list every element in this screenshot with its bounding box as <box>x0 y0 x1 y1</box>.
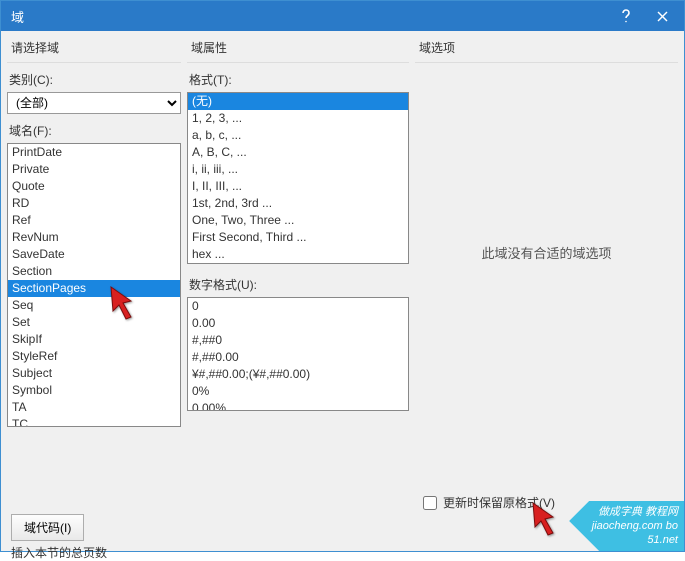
dialog-window: 域 请选择域 类别(C): (全部) 域名(F): PrintDatePriva… <box>0 0 685 552</box>
format-listbox[interactable]: (无)1, 2, 3, ...a, b, c, ...A, B, C, ...i… <box>187 92 409 264</box>
category-select[interactable]: (全部) <box>7 92 181 114</box>
format-label: 格式(T): <box>187 69 409 92</box>
category-label: 类别(C): <box>7 69 181 92</box>
list-item[interactable]: PrintDate <box>8 144 180 161</box>
options-column: 域选项 此域没有合适的域选项 更新时保留原格式(V) <box>415 37 678 515</box>
group-header-props: 域属性 <box>187 37 409 63</box>
preserve-format-checkbox[interactable] <box>423 496 437 510</box>
preserve-format-row: 更新时保留原格式(V) <box>423 494 555 511</box>
list-item[interactable]: A, B, C, ... <box>188 144 408 161</box>
list-item[interactable]: SkipIf <box>8 331 180 348</box>
list-item[interactable]: SectionPages <box>8 280 180 297</box>
list-item[interactable]: Ref <box>8 212 180 229</box>
list-item[interactable]: 0.00% <box>188 400 408 411</box>
properties-column: 域属性 格式(T): (无)1, 2, 3, ...a, b, c, ...A,… <box>187 37 409 515</box>
dialog-body: 请选择域 类别(C): (全部) 域名(F): PrintDatePrivate… <box>1 31 684 515</box>
window-title: 域 <box>11 7 608 26</box>
list-item[interactable]: Quote <box>8 178 180 195</box>
list-item[interactable]: 0% <box>188 383 408 400</box>
list-item[interactable]: Section <box>8 263 180 280</box>
list-item[interactable]: 美元文字 ... <box>188 263 408 264</box>
num-format-listbox[interactable]: 00.00#,##0#,##0.00¥#,##0.00;(¥#,##0.00)0… <box>187 297 409 411</box>
watermark: 做成字典 教程网 jiaocheng.com bo 51.net <box>564 501 684 551</box>
list-item[interactable]: i, ii, iii, ... <box>188 161 408 178</box>
list-item[interactable]: Symbol <box>8 382 180 399</box>
list-item[interactable]: Seq <box>8 297 180 314</box>
list-item[interactable]: SaveDate <box>8 246 180 263</box>
list-item[interactable]: TA <box>8 399 180 416</box>
list-item[interactable]: First Second, Third ... <box>188 229 408 246</box>
list-item[interactable]: Private <box>8 161 180 178</box>
group-header-select: 请选择域 <box>7 37 181 63</box>
select-field-column: 请选择域 类别(C): (全部) 域名(F): PrintDatePrivate… <box>7 37 181 515</box>
list-item[interactable]: a, b, c, ... <box>188 127 408 144</box>
list-item[interactable]: 0 <box>188 298 408 315</box>
list-item[interactable]: 1st, 2nd, 3rd ... <box>188 195 408 212</box>
list-item[interactable]: #,##0 <box>188 332 408 349</box>
watermark-line2: jiaocheng.com bo 51.net <box>564 519 678 547</box>
field-codes-button[interactable]: 域代码(I) <box>11 514 84 541</box>
field-name-label: 域名(F): <box>7 120 181 143</box>
list-item[interactable]: StyleRef <box>8 348 180 365</box>
list-item[interactable]: ¥#,##0.00;(¥#,##0.00) <box>188 366 408 383</box>
list-item[interactable]: 0.00 <box>188 315 408 332</box>
titlebar: 域 <box>1 1 684 31</box>
list-item[interactable]: #,##0.00 <box>188 349 408 366</box>
list-item[interactable]: TC <box>8 416 180 427</box>
list-item[interactable]: RD <box>8 195 180 212</box>
list-item[interactable]: (无) <box>188 93 408 110</box>
list-item[interactable]: I, II, III, ... <box>188 178 408 195</box>
num-format-label: 数字格式(U): <box>187 274 409 297</box>
watermark-line1: 做成字典 教程网 <box>564 505 678 519</box>
close-button[interactable] <box>644 1 680 31</box>
help-button[interactable] <box>608 1 644 31</box>
list-item[interactable]: hex ... <box>188 246 408 263</box>
list-item[interactable]: Subject <box>8 365 180 382</box>
group-header-options: 域选项 <box>415 37 678 63</box>
list-item[interactable]: 1, 2, 3, ... <box>188 110 408 127</box>
list-item[interactable]: RevNum <box>8 229 180 246</box>
no-options-message: 此域没有合适的域选项 <box>415 69 678 262</box>
list-item[interactable]: Set <box>8 314 180 331</box>
preserve-format-label: 更新时保留原格式(V) <box>443 494 555 511</box>
list-item[interactable]: One, Two, Three ... <box>188 212 408 229</box>
field-name-listbox[interactable]: PrintDatePrivateQuoteRDRefRevNumSaveDate… <box>7 143 181 427</box>
